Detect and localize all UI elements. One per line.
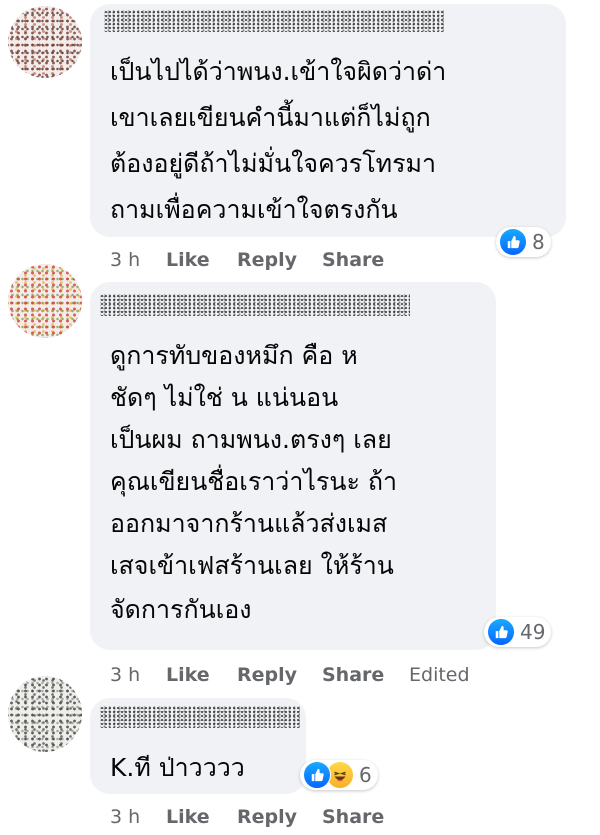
comment-text-line: K.ที ป่าวววว <box>110 753 245 782</box>
avatar[interactable] <box>8 264 82 338</box>
comment-text-line: ดูการทับของหมึก คือ ห <box>110 341 358 370</box>
like-icon <box>487 618 515 646</box>
comment-timestamp[interactable]: 3 h <box>110 806 140 828</box>
reaction-summary[interactable]: 6 <box>300 760 378 790</box>
like-button[interactable]: Like <box>166 664 210 686</box>
comment-timestamp[interactable]: 3 h <box>110 664 140 686</box>
author-name-obscured[interactable] <box>104 10 444 32</box>
reply-button[interactable]: Reply <box>237 806 297 828</box>
comment-text-line: เขาเลยเขียนคำนี้มาแต่ก็ไม่ถูก <box>110 103 431 132</box>
comment-text-line: ชัดๆ ไม่ใช่ น แน่นอน <box>110 383 339 412</box>
avatar[interactable] <box>8 6 82 78</box>
comment-timestamp[interactable]: 3 h <box>110 249 140 271</box>
reaction-summary[interactable]: 49 <box>484 617 552 647</box>
comment-text-line: เป็นไปได้ว่าพนง.เข้าใจผิดว่าด่า <box>110 57 447 86</box>
author-name-obscured[interactable] <box>100 294 410 316</box>
comment-text-line: เป็นผม ถามพนง.ตรงๆ เลย <box>110 425 392 454</box>
comment-text-line: ออกมาจากร้านแล้วส่งเมส <box>110 509 388 538</box>
like-button[interactable]: Like <box>166 806 210 828</box>
comment-text-line: คุณเขียนชื่อเราว่าไรนะ ถ้า <box>110 467 397 496</box>
reaction-count: 8 <box>532 230 545 254</box>
comment-text-line: ต้องอยู่ดีถ้าไม่มั่นใจควรโทรมา <box>110 149 437 178</box>
reaction-count: 49 <box>520 620 546 644</box>
reply-button[interactable]: Reply <box>237 664 297 686</box>
share-button[interactable]: Share <box>322 249 384 271</box>
like-button[interactable]: Like <box>166 249 210 271</box>
reaction-count: 6 <box>359 763 372 787</box>
share-button[interactable]: Share <box>322 664 384 686</box>
avatar[interactable] <box>8 676 82 752</box>
reply-button[interactable]: Reply <box>237 249 297 271</box>
comment-text-line: ถามเพื่อความเข้าใจตรงกัน <box>110 195 398 224</box>
share-button[interactable]: Share <box>322 806 384 828</box>
author-name-obscured[interactable] <box>100 706 300 728</box>
comment-text-line: จัดการกันเอง <box>110 595 252 624</box>
comment-text-line: เสจเข้าเฟสร้านเลย ให้ร้าน <box>110 551 394 580</box>
reaction-summary[interactable]: 8 <box>496 227 551 257</box>
edited-label[interactable]: Edited <box>409 664 470 686</box>
like-icon <box>499 228 527 256</box>
like-icon <box>303 761 331 789</box>
